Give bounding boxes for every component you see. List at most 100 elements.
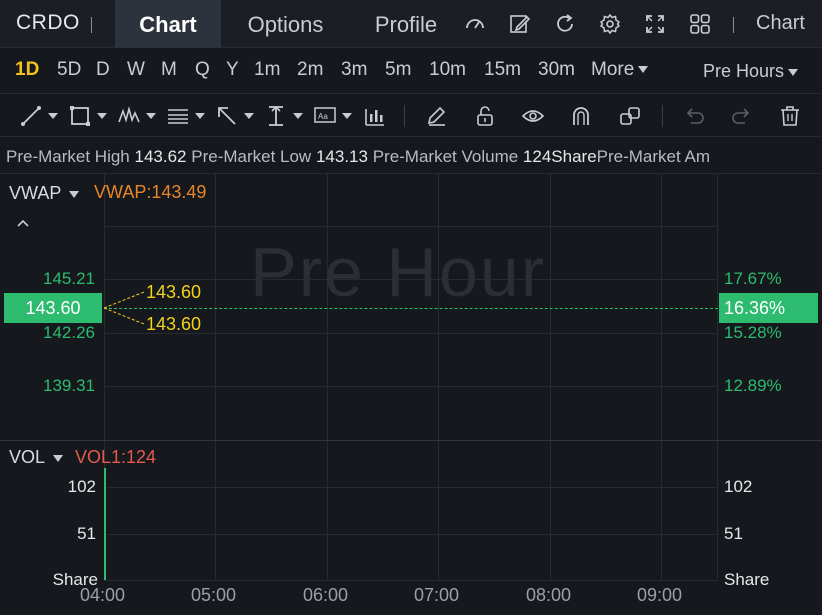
timeframe-2m[interactable]: 2m xyxy=(297,59,323,81)
timeframe-15m[interactable]: 15m xyxy=(484,59,521,81)
premarket-high-value: 143.62 xyxy=(134,147,187,166)
vwap-value: VWAP:143.49 xyxy=(94,182,207,202)
percent-axis-label: 12.89% xyxy=(724,376,782,395)
more-dropdown[interactable]: More xyxy=(591,59,649,81)
divider xyxy=(91,17,92,33)
tab-chart[interactable]: Chart xyxy=(115,0,221,48)
caret-down-icon xyxy=(53,454,64,462)
caret-down-icon[interactable] xyxy=(195,113,205,119)
fullscreen-icon[interactable] xyxy=(644,13,666,35)
low-callout: 143.60 xyxy=(146,314,202,334)
vol-indicator-label: VOL xyxy=(9,447,46,467)
chevron-up-icon[interactable] xyxy=(16,218,30,228)
trash-icon[interactable] xyxy=(779,105,801,127)
undo-icon[interactable] xyxy=(683,105,705,127)
time-axis-label: 08:00 xyxy=(526,585,572,605)
volume-axis-label: 102 xyxy=(724,477,753,496)
grid-line xyxy=(717,174,718,440)
high-callout: 143.60 xyxy=(146,282,202,302)
svg-text:Aa: Aa xyxy=(318,112,328,121)
time-axis-label: 04:00 xyxy=(80,585,126,605)
timeframe-1d[interactable]: 1D xyxy=(15,59,39,81)
drawing-toolbar: Aa xyxy=(0,95,822,137)
premarket-amount-label: Pre-Market Am xyxy=(596,147,711,166)
tab-options[interactable]: Options xyxy=(228,0,343,48)
text-icon[interactable]: Aa xyxy=(314,105,336,127)
redo-icon[interactable] xyxy=(731,105,753,127)
caret-down-icon[interactable] xyxy=(342,113,352,119)
refresh-icon[interactable] xyxy=(554,13,576,35)
grid-line xyxy=(215,441,216,580)
price-range-icon[interactable] xyxy=(265,105,287,127)
grid-line xyxy=(215,174,216,440)
current-percent-tag: 16.36% xyxy=(719,293,818,323)
pattern-icon[interactable] xyxy=(118,105,140,127)
caret-down-icon[interactable] xyxy=(97,113,107,119)
pencil-icon[interactable] xyxy=(425,105,447,127)
more-label: More xyxy=(591,59,635,80)
caret-down-icon xyxy=(69,190,80,198)
grid-line xyxy=(104,534,718,535)
timeframe-5m[interactable]: 5m xyxy=(385,59,411,81)
caret-down-icon xyxy=(788,68,799,76)
grid-line xyxy=(661,174,662,440)
grid-layout-icon[interactable] xyxy=(689,13,711,35)
premarket-low-label: Pre-Market Low xyxy=(191,147,312,166)
timeframe-30m[interactable]: 30m xyxy=(538,59,575,81)
ticker-symbol[interactable]: CRDO xyxy=(16,11,80,35)
time-axis-label: 06:00 xyxy=(303,585,349,605)
top-navigation: CRDO Chart Options Profile Chart xyxy=(0,0,822,48)
caret-down-icon[interactable] xyxy=(244,113,254,119)
timeframe-q[interactable]: Q xyxy=(195,59,210,81)
eye-icon[interactable] xyxy=(522,105,544,127)
percent-axis-label: 15.28% xyxy=(724,323,782,342)
premarket-volume-value: 124Share xyxy=(522,147,597,166)
timeframe-d[interactable]: D xyxy=(96,59,110,81)
grid-line xyxy=(104,226,718,227)
timeframe-1m[interactable]: 1m xyxy=(254,59,280,81)
timeframe-10m[interactable]: 10m xyxy=(429,59,466,81)
bar-pattern-icon[interactable] xyxy=(363,105,385,127)
chart-menu[interactable]: Chart xyxy=(756,12,816,35)
premarket-low-value: 143.13 xyxy=(315,147,368,166)
caret-down-icon[interactable] xyxy=(293,113,303,119)
arrow-icon[interactable] xyxy=(216,105,238,127)
trend-line-icon[interactable] xyxy=(20,105,42,127)
vwap-indicator-label: VWAP xyxy=(9,183,62,203)
divider xyxy=(404,105,405,127)
grid-line xyxy=(438,441,439,580)
vol-value: VOL1:124 xyxy=(75,447,157,467)
timeframe-y[interactable]: Y xyxy=(226,59,239,81)
volume-axis-label: 102 xyxy=(67,477,96,496)
fib-icon[interactable] xyxy=(167,105,189,127)
link-icon[interactable] xyxy=(619,105,641,127)
volume-unit-label: Share xyxy=(724,570,770,589)
rectangle-icon[interactable] xyxy=(69,105,91,127)
premarket-high-label: Pre-Market High xyxy=(6,147,130,166)
pane-divider[interactable] xyxy=(0,440,822,441)
timeframe-bar: 1D 5D D W M Q Y 1m 2m 3m 5m 10m 15m 30m … xyxy=(0,48,822,94)
premarket-volume-label: Pre-Market Volume xyxy=(372,147,519,166)
caret-down-icon xyxy=(638,66,649,74)
divider xyxy=(662,105,663,127)
magnet-icon[interactable] xyxy=(570,105,592,127)
caret-down-icon[interactable] xyxy=(146,113,156,119)
settings-icon[interactable] xyxy=(599,13,621,35)
timeframe-m[interactable]: M xyxy=(161,59,177,81)
grid-line xyxy=(104,487,718,488)
grid-line xyxy=(550,441,551,580)
timeframe-w[interactable]: W xyxy=(127,59,145,81)
tab-profile[interactable]: Profile xyxy=(356,0,456,48)
caret-down-icon[interactable] xyxy=(48,113,58,119)
session-dropdown[interactable]: Pre Hours xyxy=(703,61,799,82)
time-axis-label: 07:00 xyxy=(414,585,460,605)
speedometer-icon[interactable] xyxy=(464,13,486,35)
vol-indicator-selector[interactable]: VOL xyxy=(9,447,64,468)
edit-icon[interactable] xyxy=(509,13,531,35)
grid-line xyxy=(550,174,551,440)
lock-icon[interactable] xyxy=(474,105,496,127)
vwap-indicator-selector[interactable]: VWAP xyxy=(9,183,80,204)
grid-line xyxy=(661,441,662,580)
timeframe-3m[interactable]: 3m xyxy=(341,59,367,81)
timeframe-5d[interactable]: 5D xyxy=(57,59,81,81)
